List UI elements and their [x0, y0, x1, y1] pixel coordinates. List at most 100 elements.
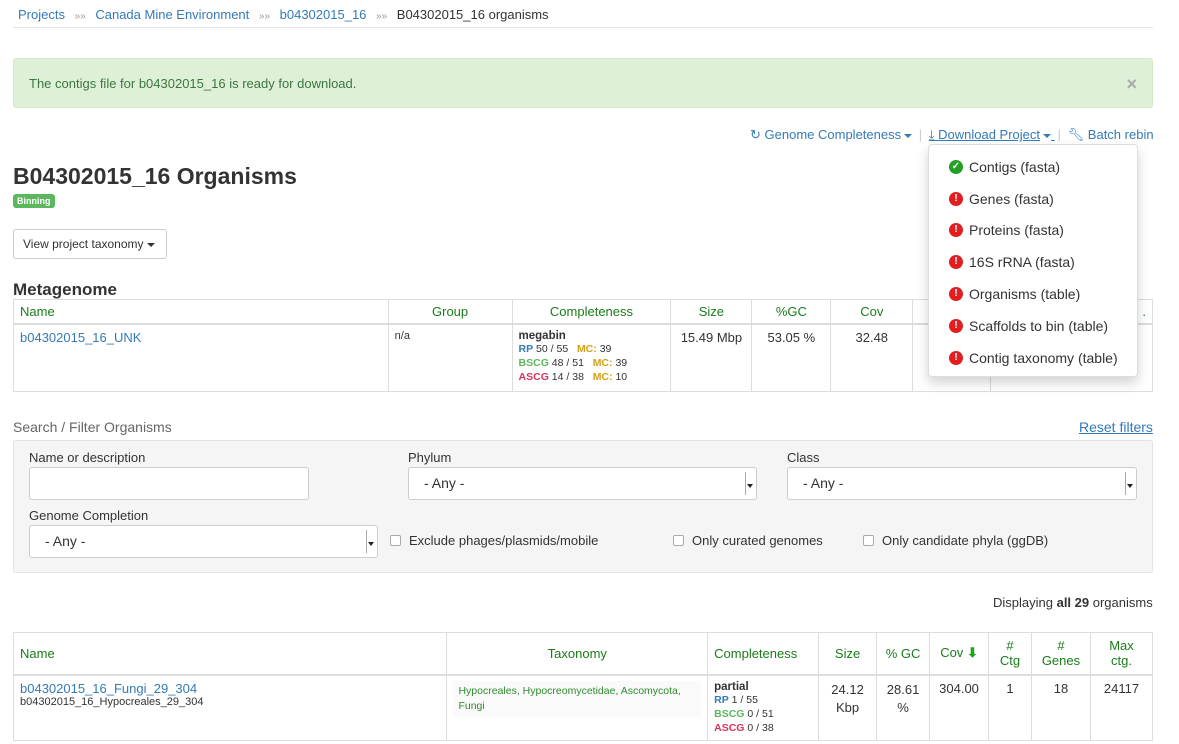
col-cov[interactable]: Cov — [830, 299, 914, 325]
col-genes[interactable]: # Genes — [1030, 632, 1091, 676]
result-count: Displaying all 29 organisms — [993, 595, 1153, 610]
bscg-value: 0 / 51 — [747, 707, 774, 720]
name-filter-input[interactable] — [29, 467, 309, 500]
col-cov[interactable]: Cov ⬇ — [929, 632, 990, 676]
download-project-dropdown[interactable]: ⤓ Download Project — [929, 127, 1055, 142]
mc-value: 39 — [599, 343, 612, 355]
organism-ctg: 1 — [988, 674, 1032, 741]
col-completeness[interactable]: Completeness — [707, 632, 820, 676]
col-completeness[interactable]: Completeness — [511, 299, 672, 325]
metagenome-gc: 53.05 % — [751, 323, 832, 392]
download-menu-item[interactable]: ✓ Contigs (fasta) — [929, 151, 1137, 183]
organism-name-link[interactable]: b04302015_16_Fungi_29_304 — [20, 681, 197, 696]
breadcrumb-current: B04302015_16 organisms — [396, 7, 549, 22]
metagenome-cov: 32.48 — [830, 323, 914, 392]
batch-rebin-label: Batch rebin — [1087, 127, 1154, 142]
download-menu-item[interactable]: ! Genes (fasta) — [929, 183, 1137, 215]
completion-filter-label: Genome Completion — [29, 508, 149, 523]
batch-rebin-button[interactable]: 🔧︎ Batch rebin — [1068, 127, 1154, 142]
download-menu-item[interactable]: ! Scaffolds to bin (table) — [929, 310, 1137, 342]
checkbox[interactable] — [673, 535, 684, 546]
checkbox[interactable] — [863, 535, 874, 546]
col-max-ctg[interactable]: Max ctg. — [1089, 632, 1154, 676]
exclude-phages-label: Exclude phages/plasmids/mobile — [409, 533, 599, 548]
candidate-phyla-label: Only candidate phyla (ggDB) — [882, 533, 1049, 548]
col-ctg-hash: # — [1006, 638, 1014, 654]
metagenome-name-link[interactable]: b04302015_16_UNK — [20, 330, 141, 345]
exclamation-circle-icon: ! — [949, 318, 963, 333]
divider — [13, 27, 1153, 28]
organism-size-value: 24.12 — [831, 681, 864, 697]
download-menu-item[interactable]: ! 16S rRNA (fasta) — [929, 246, 1137, 278]
exclamation-circle-icon: ! — [949, 350, 963, 365]
col-group[interactable]: Group — [387, 299, 513, 325]
genome-completeness-dropdown[interactable]: ↻ Genome Completeness — [750, 127, 916, 142]
col-name[interactable]: Name — [13, 299, 389, 325]
ascg-value: 0 / 38 — [747, 721, 774, 734]
mc-label: MC: — [576, 343, 597, 355]
class-select[interactable]: - Any - — [787, 467, 1137, 500]
candidate-phyla-checkbox[interactable]: Only candidate phyla (ggDB) — [863, 533, 1048, 548]
download-project-label: Download Project — [938, 127, 1041, 142]
breadcrumb-canada-mine-link[interactable]: Canada Mine Environment — [95, 7, 249, 22]
filter-heading: Search / Filter Organisms — [13, 419, 172, 435]
organism-cov: 304.00 — [929, 674, 990, 741]
organisms-table: Name Taxonomy Completeness Size % GC Cov… — [12, 632, 1154, 741]
download-menu-item-label: Genes (fasta) — [969, 190, 1054, 207]
download-menu-item[interactable]: ! Proteins (fasta) — [929, 215, 1137, 247]
download-project-menu: ✓ Contigs (fasta)! Genes (fasta)! Proteins … — [928, 144, 1138, 377]
col-taxonomy[interactable]: Taxonomy — [446, 632, 709, 676]
mc-value: 39 — [615, 357, 628, 369]
result-count-number: all 29 — [1056, 595, 1090, 610]
col-size[interactable]: Size — [818, 632, 878, 676]
curated-genomes-label: Only curated genomes — [692, 533, 823, 548]
col-size[interactable]: Size — [670, 299, 753, 325]
breadcrumb-projects-link[interactable]: Projects — [18, 7, 65, 22]
download-menu-item[interactable]: ! Contig taxonomy (table) — [929, 342, 1137, 374]
bscg-label: BSCG — [518, 357, 549, 369]
completeness-title: partial — [714, 680, 749, 693]
checkbox[interactable] — [390, 535, 401, 546]
view-taxonomy-label: View project taxonomy — [23, 237, 144, 251]
organism-subname: b04302015_16_Hypocreales_29_304 — [20, 695, 204, 708]
organism-gc: 28.61% — [876, 674, 931, 741]
reset-filters-link[interactable]: Reset filters — [1079, 419, 1153, 435]
organism-size-unit: Kbp — [836, 699, 860, 715]
ascg-label: ASCG — [518, 371, 549, 383]
col-cov-label: Cov — [940, 645, 964, 661]
download-menu-item[interactable]: ! Organisms (table) — [929, 278, 1137, 310]
col-ctg[interactable]: # Ctg — [988, 632, 1032, 676]
check-circle-icon: ✓ — [949, 159, 963, 174]
chevron-down-icon — [1043, 133, 1052, 138]
metagenome-completeness: megabin RP 50 / 55 MC: 39 BSCG 48 / 51 M… — [511, 323, 672, 392]
phylum-filter-label: Phylum — [408, 450, 452, 465]
exclude-phages-checkbox[interactable]: Exclude phages/plasmids/mobile — [390, 533, 598, 548]
col-gc[interactable]: %GC — [751, 299, 832, 325]
download-menu-item-label: Scaffolds to bin (table) — [969, 317, 1109, 334]
toolbar-separator: | — [1057, 127, 1062, 142]
organism-completeness: partial RP 1 / 55 BSCG 0 / 51 ASCG 0 / 3… — [707, 674, 820, 741]
phylum-select[interactable]: - Any - — [408, 467, 757, 500]
metagenome-group: n/a — [387, 323, 513, 392]
name-filter-label: Name or description — [29, 450, 146, 465]
organism-genes: 18 — [1030, 674, 1091, 741]
rp-label: RP — [518, 343, 534, 355]
breadcrumb-project-link[interactable]: b04302015_16 — [280, 7, 367, 22]
rp-label: RP — [714, 693, 729, 706]
exclamation-circle-icon: ! — [949, 223, 963, 238]
rp-value: 50 / 55 — [536, 343, 569, 355]
download-menu-item-label: Organisms (table) — [969, 286, 1081, 303]
curated-genomes-checkbox[interactable]: Only curated genomes — [673, 533, 823, 548]
exclamation-circle-icon: ! — [949, 255, 963, 270]
col-gc[interactable]: % GC — [876, 632, 931, 676]
table-row: b04302015_16_Fungi_29_304 b04302015_16_H… — [12, 674, 1154, 741]
status-badge: Binning — [13, 194, 55, 208]
organism-size: 24.12 Kbp — [818, 674, 878, 741]
chevron-down-icon — [745, 472, 754, 495]
view-taxonomy-button[interactable]: View project taxonomy — [13, 229, 167, 259]
col-name[interactable]: Name — [12, 632, 448, 676]
close-icon[interactable]: × — [1126, 75, 1137, 93]
completion-select[interactable]: - Any - — [29, 525, 378, 558]
mc-value: 10 — [615, 371, 628, 383]
download-menu-item-label: 16S rRNA (fasta) — [969, 254, 1075, 271]
